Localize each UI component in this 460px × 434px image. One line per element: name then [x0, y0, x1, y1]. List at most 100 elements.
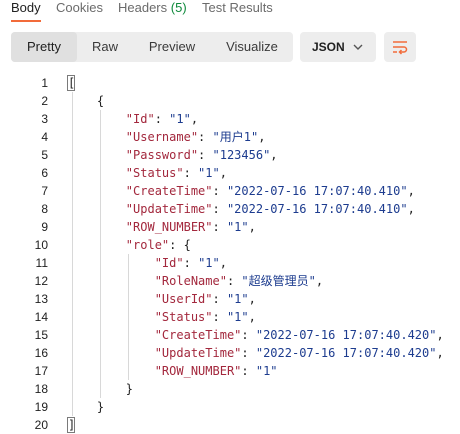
tab-cookies[interactable]: Cookies [56, 0, 103, 16]
json-key: "UpdateTime" [154, 346, 242, 360]
format-select[interactable]: JSON [300, 32, 376, 62]
json-punctuation [68, 184, 126, 198]
json-punctuation: , [248, 310, 256, 324]
json-string: "1" [226, 292, 249, 306]
line-number: 4 [41, 130, 48, 144]
json-punctuation: : [212, 292, 227, 306]
json-punctuation: : [212, 310, 227, 324]
code-line: 9 "ROW_NUMBER": "1", [0, 218, 460, 236]
json-punctuation [68, 220, 126, 234]
code-text: } [68, 398, 104, 416]
code-text: "RoleName": "超级管理员", [68, 272, 323, 290]
json-string: "1" [226, 220, 249, 234]
json-punctuation [68, 328, 155, 342]
line-number: 19 [34, 400, 48, 414]
json-punctuation [68, 256, 155, 270]
line-number: 3 [41, 112, 48, 126]
code-text: "CreateTime": "2022-07-16 17:07:40.410", [68, 182, 415, 200]
code-line: 18 } [0, 380, 460, 398]
json-punctuation: { [68, 94, 105, 108]
active-tab-indicator [11, 20, 41, 22]
response-tabs: Body Cookies Headers (5) Test Results [0, 0, 460, 22]
json-punctuation: : [183, 256, 199, 270]
json-punctuation [68, 130, 126, 144]
code-line: 15 "CreateTime": "2022-07-16 17:07:40.42… [0, 326, 460, 344]
code-text: "Id": "1", [68, 110, 198, 128]
code-text: "Id": "1", [68, 254, 227, 272]
view-mode-raw[interactable]: Raw [79, 32, 131, 62]
code-line: 3 "Id": "1", [0, 110, 460, 128]
json-punctuation: , [270, 148, 278, 162]
tab-headers[interactable]: Headers (5) [118, 0, 187, 16]
json-key: "role" [125, 238, 170, 252]
code-text: "Username": "用户1", [68, 128, 266, 146]
json-string: "2022-07-16 17:07:40.410" [226, 184, 408, 198]
json-string: "用户1" [212, 130, 259, 144]
json-punctuation: : [212, 184, 227, 198]
code-text: "Password": "123456", [68, 146, 278, 164]
json-string: "2022-07-16 17:07:40.420" [255, 328, 437, 342]
json-punctuation: : [198, 148, 213, 162]
json-punctuation: : [212, 202, 227, 216]
json-punctuation: , [407, 202, 415, 216]
json-punctuation: , [436, 346, 444, 360]
json-punctuation: : { [169, 238, 191, 252]
json-punctuation: : [154, 112, 170, 126]
json-punctuation: [ [68, 76, 76, 90]
line-number: 17 [34, 364, 48, 378]
json-key: "UpdateTime" [125, 202, 213, 216]
json-string: "超级管理员" [241, 274, 316, 288]
json-string: "1" [198, 166, 220, 180]
json-punctuation: , [315, 274, 324, 288]
line-number: 10 [34, 238, 48, 252]
code-line: 20] [0, 416, 460, 434]
code-line: 10 "role": { [0, 236, 460, 254]
line-number: 7 [41, 184, 48, 198]
json-string: "123456" [212, 148, 271, 162]
json-key: "Id" [154, 256, 184, 270]
code-line: 4 "Username": "用户1", [0, 128, 460, 146]
json-punctuation: : [226, 274, 242, 288]
code-text: "UserId": "1", [68, 290, 256, 308]
json-key: "CreateTime" [125, 184, 213, 198]
headers-count-badge: (5) [170, 0, 187, 15]
line-number: 8 [41, 202, 48, 216]
json-key: "RoleName" [154, 274, 227, 288]
code-text: { [68, 92, 104, 110]
view-mode-preview[interactable]: Preview [137, 32, 207, 62]
json-punctuation [68, 364, 155, 378]
code-line: 8 "UpdateTime": "2022-07-16 17:07:40.410… [0, 200, 460, 218]
code-text: "ROW_NUMBER": "1" [68, 362, 278, 380]
code-text: "role": { [68, 236, 191, 254]
code-line: 12 "RoleName": "超级管理员", [0, 272, 460, 290]
json-punctuation [68, 238, 126, 252]
tab-body[interactable]: Body [11, 0, 41, 16]
json-punctuation: : [241, 328, 256, 342]
view-mode-visualize[interactable]: Visualize [217, 32, 287, 62]
code-line: 14 "Status": "1", [0, 308, 460, 326]
code-line: 1[ [0, 74, 460, 92]
json-punctuation [68, 274, 155, 288]
tab-test-results[interactable]: Test Results [202, 0, 273, 16]
json-key: "ROW_NUMBER" [154, 364, 242, 378]
json-key: "CreateTime" [154, 328, 242, 342]
json-punctuation: } [68, 382, 134, 396]
line-number: 2 [41, 94, 48, 108]
json-punctuation: : [241, 346, 256, 360]
code-text: ] [68, 416, 75, 434]
json-key: "Username" [125, 130, 199, 144]
json-punctuation [68, 310, 155, 324]
response-body-editor[interactable]: 1[2 {3 "Id": "1", 4 "Username": "用户1", 5 "… [0, 74, 460, 433]
code-text: "UpdateTime": "2022-07-16 17:07:40.420", [68, 344, 444, 362]
wrap-lines-button[interactable] [384, 32, 416, 62]
line-number: 13 [34, 292, 48, 306]
json-punctuation: } [68, 400, 105, 414]
view-mode-pretty[interactable]: Pretty [11, 32, 77, 62]
line-number: 5 [41, 148, 48, 162]
json-key: "Status" [154, 310, 213, 324]
wrap-lines-icon [393, 41, 408, 55]
code-text: [ [68, 74, 75, 92]
json-key: "Password" [125, 148, 199, 162]
line-number: 1 [41, 76, 48, 90]
json-punctuation [68, 292, 155, 306]
